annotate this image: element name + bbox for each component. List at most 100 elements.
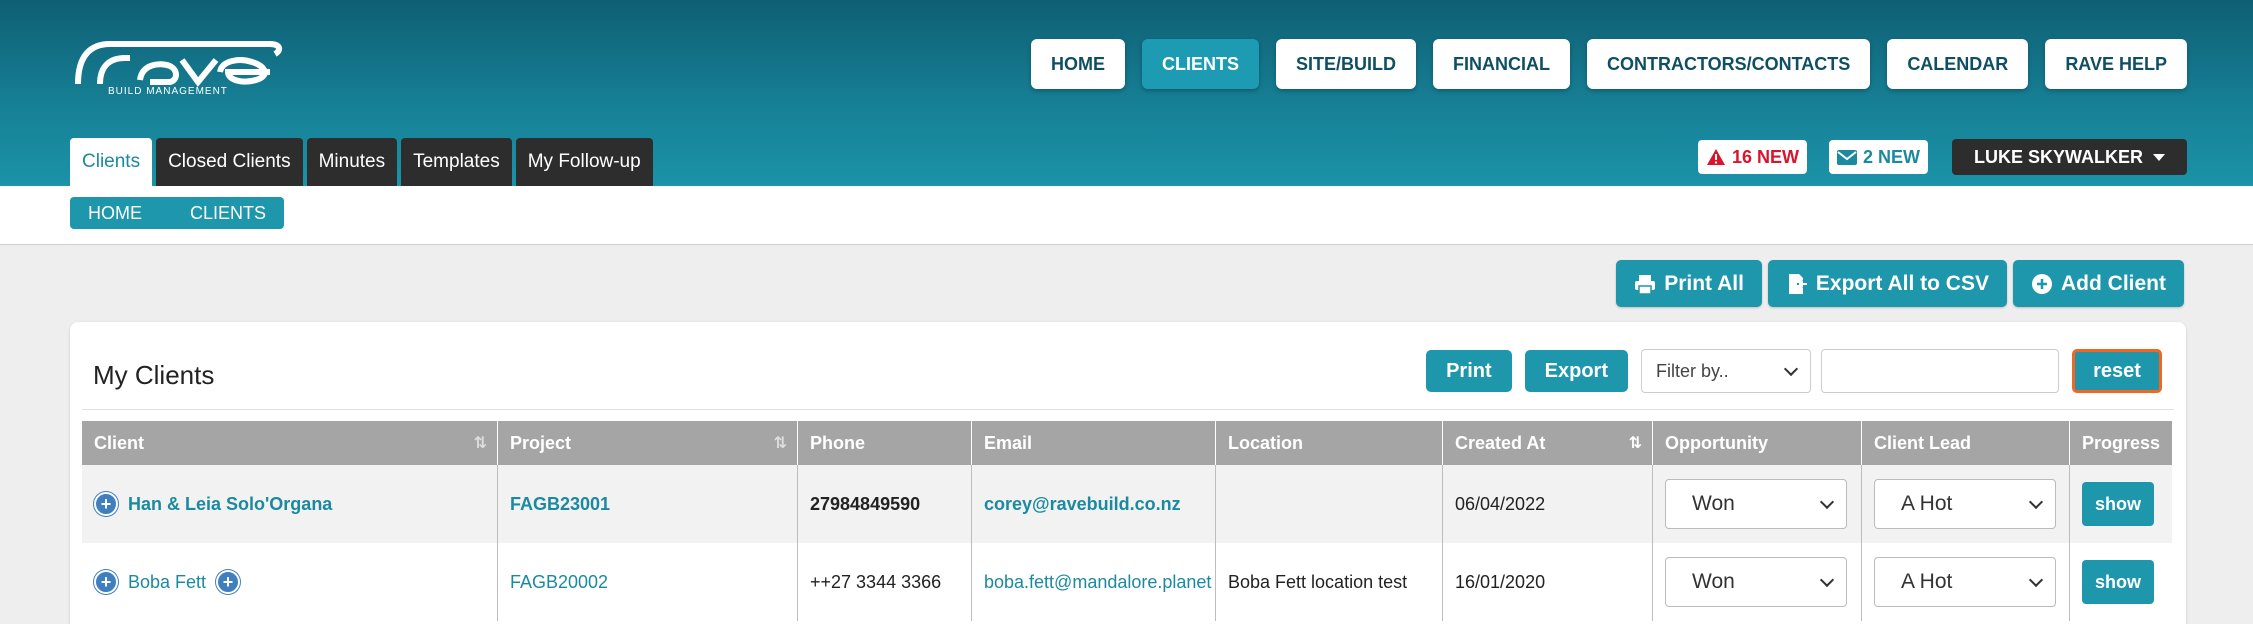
nav-financial[interactable]: FINANCIAL	[1432, 39, 1570, 89]
tab-my-follow-up[interactable]: My Follow-up	[515, 138, 653, 186]
print-all-label: Print All	[1664, 271, 1744, 295]
tab-clients[interactable]: Clients	[70, 138, 153, 186]
messages-badge[interactable]: 2 NEW	[1828, 140, 1928, 174]
col-phone: Phone	[798, 421, 972, 465]
nav-contractors-contacts[interactable]: CONTRACTORS/CONTACTS	[1586, 39, 1871, 89]
print-button[interactable]: Print	[1426, 350, 1512, 392]
cell-phone: 27984849590	[798, 465, 972, 543]
rave-logo[interactable]: BUILD MANAGEMENT	[70, 36, 285, 102]
search-input[interactable]	[1821, 349, 2059, 393]
user-menu[interactable]: LUKE SKYWALKER	[1951, 139, 2187, 175]
tab-closed-clients[interactable]: Closed Clients	[156, 138, 303, 186]
warnings-count: 16 NEW	[1731, 146, 1799, 167]
nav-clients[interactable]: CLIENTS	[1141, 39, 1259, 89]
col-created-at-label: Created At	[1455, 432, 1546, 453]
breadcrumb-home[interactable]: HOME	[70, 197, 176, 229]
col-client-label: Client	[94, 432, 145, 453]
col-client[interactable]: Client ⇅	[82, 421, 498, 465]
show-progress-button[interactable]: show	[2082, 560, 2154, 604]
expand-plus-icon[interactable]: +	[94, 570, 118, 594]
email-link[interactable]: boba.fett@mandalore.planet	[972, 543, 1216, 621]
chevron-down-icon	[2028, 572, 2044, 587]
top-navigation: HOME CLIENTS SITE/BUILD FINANCIAL CONTRA…	[1030, 39, 2187, 89]
user-name: LUKE SKYWALKER	[1973, 146, 2143, 167]
table-row: + Han & Leia Solo'Organa FAGB23001 27984…	[82, 465, 2172, 543]
plus-circle-icon	[2032, 273, 2052, 294]
nav-rave-help[interactable]: RAVE HELP	[2045, 39, 2187, 89]
cell-created-at: 16/01/2020	[1443, 543, 1653, 621]
warnings-badge[interactable]: 16 NEW	[1697, 140, 1807, 174]
client-link[interactable]: Boba Fett	[128, 572, 206, 593]
cell-client: + Boba Fett +	[82, 543, 498, 621]
client-lead-select[interactable]: A Hot	[1874, 557, 2056, 607]
opportunity-value: Won	[1692, 492, 1735, 515]
chevron-down-icon	[2028, 494, 2044, 509]
cell-client-lead: A Hot	[1862, 543, 2070, 621]
client-lead-value: A Hot	[1901, 492, 1953, 515]
cell-opportunity: Won	[1653, 543, 1862, 621]
filter-select-value: Filter by..	[1656, 360, 1729, 381]
opportunity-select[interactable]: Won	[1665, 557, 1847, 607]
project-link[interactable]: FAGB20002	[498, 543, 798, 621]
show-progress-button[interactable]: show	[2082, 482, 2154, 526]
email-link[interactable]: corey@ravebuild.co.nz	[972, 465, 1216, 543]
nav-calendar[interactable]: CALENDAR	[1887, 39, 2029, 89]
nav-site-build[interactable]: SITE/BUILD	[1275, 39, 1416, 89]
header-alerts: 16 NEW 2 NEW LUKE SKYWALKER	[1697, 139, 2187, 175]
add-client-label: Add Client	[2061, 271, 2166, 295]
chevron-down-icon	[1819, 572, 1835, 587]
panel-divider	[82, 409, 2174, 410]
client-link[interactable]: Han & Leia Solo'Organa	[128, 494, 332, 515]
client-lead-select[interactable]: A Hot	[1874, 479, 2056, 529]
messages-count: 2 NEW	[1862, 146, 1920, 167]
add-client-button[interactable]: Add Client	[2013, 260, 2184, 307]
rave-logo-mark	[75, 41, 283, 87]
export-button[interactable]: Export	[1524, 350, 1628, 392]
nav-home[interactable]: HOME	[1030, 39, 1125, 89]
breadcrumb-bar: HOME CLIENTS	[0, 186, 2253, 245]
col-project-label: Project	[510, 432, 572, 453]
cell-location	[1216, 465, 1443, 543]
add-plus-icon[interactable]: +	[216, 570, 241, 594]
page-actions: Print All Export All to CSV Add Client	[1616, 260, 2184, 307]
app-header: BUILD MANAGEMENT HOME CLIENTS SITE/BUILD…	[0, 0, 2253, 186]
cell-location: Boba Fett location test	[1216, 543, 1443, 621]
sub-tabs: Clients Closed Clients Minutes Templates…	[70, 138, 653, 186]
col-email: Email	[972, 421, 1216, 465]
export-all-csv-button[interactable]: Export All to CSV	[1767, 260, 2007, 307]
export-all-csv-label: Export All to CSV	[1815, 271, 1989, 295]
cell-phone: ++27 3344 3366	[798, 543, 972, 621]
warning-icon	[1706, 149, 1725, 165]
col-project[interactable]: Project ⇅	[498, 421, 798, 465]
sort-icon: ⇅	[773, 435, 787, 452]
expand-plus-icon[interactable]: +	[94, 492, 118, 516]
panel-tools: Print Export Filter by.. reset	[1426, 349, 2162, 393]
cell-client-lead: A Hot	[1862, 465, 2070, 543]
cell-opportunity: Won	[1653, 465, 1862, 543]
printer-icon	[1635, 274, 1656, 295]
cell-progress: show	[2070, 465, 2172, 543]
col-progress: Progress	[2082, 432, 2161, 453]
opportunity-select[interactable]: Won	[1665, 479, 1847, 529]
cell-created-at: 06/04/2022	[1443, 465, 1653, 543]
tab-minutes[interactable]: Minutes	[306, 138, 398, 186]
filter-select[interactable]: Filter by..	[1641, 349, 1811, 393]
reset-button[interactable]: reset	[2072, 349, 2162, 393]
sort-desc-icon: ⇅	[1628, 435, 1642, 452]
client-lead-value: A Hot	[1901, 570, 1953, 593]
cell-client: + Han & Leia Solo'Organa	[82, 465, 498, 543]
my-clients-panel: My Clients Print Export Filter by.. rese…	[70, 322, 2186, 624]
col-opportunity: Opportunity	[1653, 421, 1862, 465]
logo-tagline: BUILD MANAGEMENT	[108, 86, 228, 97]
print-all-button[interactable]: Print All	[1616, 260, 1762, 307]
project-link[interactable]: FAGB23001	[498, 465, 798, 543]
tab-templates[interactable]: Templates	[401, 138, 512, 186]
chevron-down-icon	[1819, 494, 1835, 509]
file-export-icon	[1788, 273, 1808, 294]
cell-progress: show	[2070, 543, 2172, 621]
breadcrumb-clients[interactable]: CLIENTS	[162, 197, 285, 229]
table-header: Client ⇅ Project ⇅ Phone Email Location Cr…	[82, 421, 2172, 465]
col-created-at[interactable]: Created At ⇅	[1443, 421, 1653, 465]
envelope-icon	[1836, 149, 1857, 165]
col-client-lead: Client Lead	[1862, 421, 2070, 465]
